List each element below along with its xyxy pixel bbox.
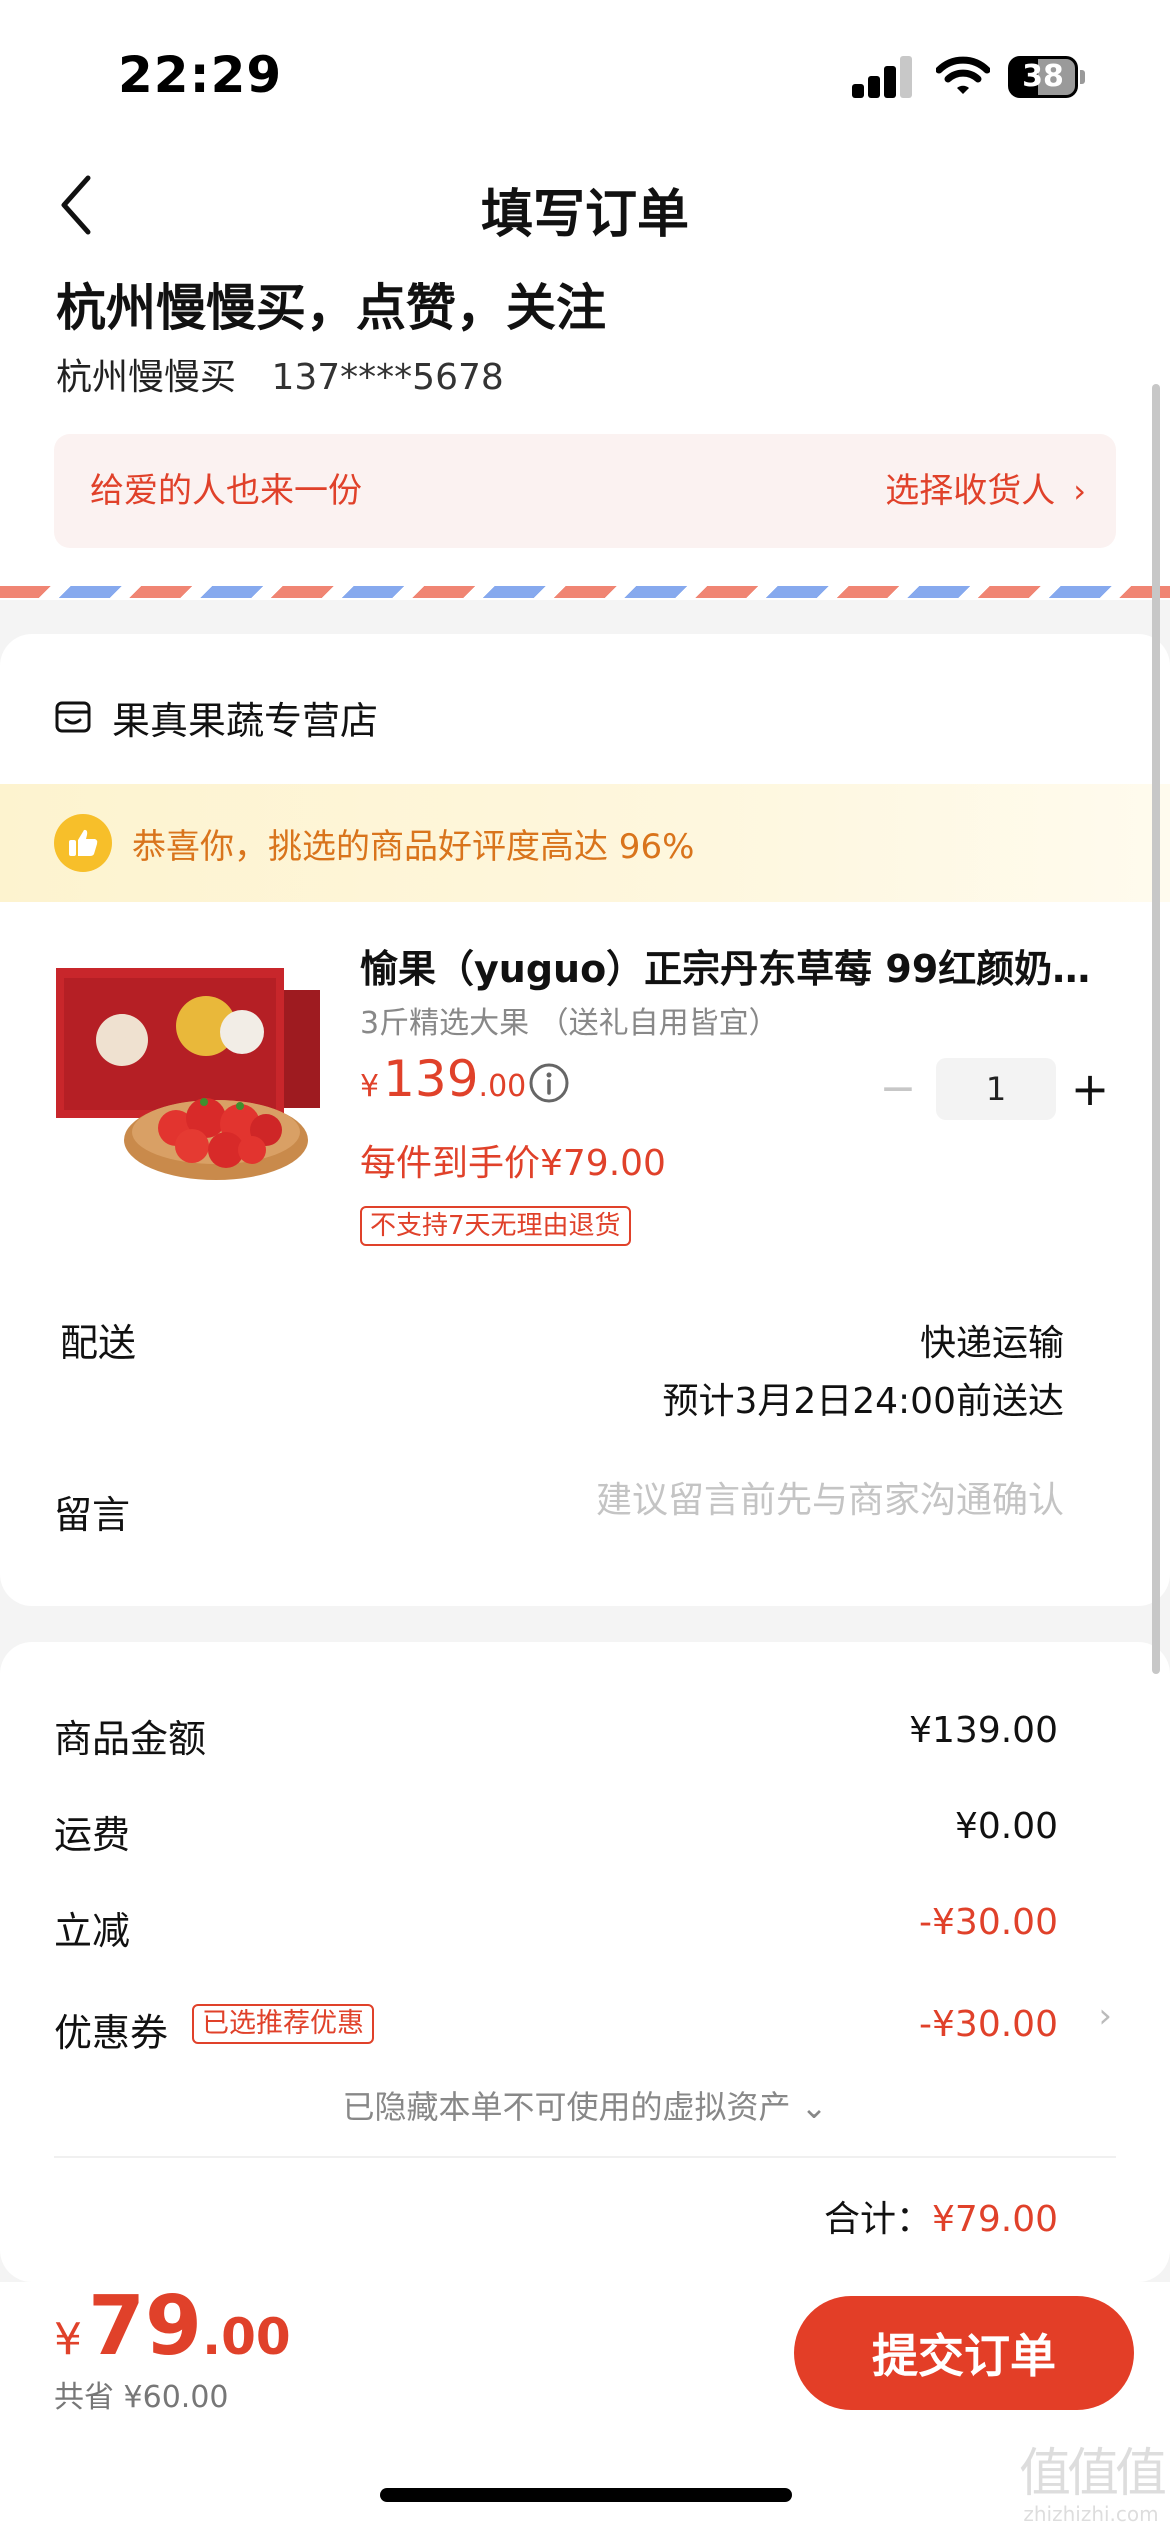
coupon-value[interactable]: -¥30.00 bbox=[919, 2004, 1058, 2045]
goods-amount-label: 商品金额 bbox=[54, 1717, 207, 1761]
address-card: 填写订单 杭州慢慢买，点赞，关注 杭州慢慢买 137****5678 给爱的人也… bbox=[0, 140, 1170, 600]
quantity-value[interactable]: 1 bbox=[936, 1058, 1056, 1120]
product-title[interactable]: 愉果（yuguo）正宗丹东草莓 99红颜奶油草莓礼盒 bbox=[360, 938, 1120, 993]
shop-name: 果真果蔬专营店 bbox=[112, 698, 379, 743]
pay-integer: 79 bbox=[88, 2279, 203, 2374]
coupon-recommended-badge: 已选推荐优惠 bbox=[192, 2004, 374, 2044]
price-currency: ¥ bbox=[360, 1069, 380, 1104]
product-image[interactable] bbox=[56, 960, 322, 1188]
recipient-contact[interactable]: 杭州慢慢买 137****5678 bbox=[56, 348, 504, 400]
shop-card: 果真果蔬专营店 恭喜你，挑选的商品好评度高达 96% 愉果（yuguo）正宗丹东… bbox=[0, 634, 1170, 1606]
total-label: 合计： bbox=[824, 2199, 933, 2240]
shop-header[interactable]: 果真果蔬专营店 bbox=[54, 692, 379, 743]
choose-recipient-label: 选择收货人 bbox=[885, 471, 1056, 511]
pay-currency: ¥ bbox=[54, 2314, 82, 2365]
status-bar: 22:29 38 bbox=[0, 0, 1170, 140]
price-summary-card: 商品金额 ¥139.00 运费 ¥0.00 立减 -¥30.00 优惠券 已选推… bbox=[0, 1642, 1170, 2282]
home-indicator[interactable] bbox=[380, 2488, 792, 2502]
total-saved: 共省 ¥60.00 bbox=[54, 2380, 229, 2415]
wifi-icon bbox=[936, 56, 990, 94]
watermark: 值值值 zhizhizhi.com bbox=[1016, 2444, 1167, 2530]
chevron-right-icon[interactable]: › bbox=[1098, 1996, 1112, 2036]
watermark-url: zhizhizhi.com bbox=[1023, 2502, 1159, 2526]
coupon-label[interactable]: 优惠券 bbox=[54, 2002, 168, 2057]
order-page: 22:29 38 填写订单 杭州慢慢买，点赞，关注 杭州慢慢买 137****5… bbox=[0, 0, 1170, 2532]
shipping-label: 配送 bbox=[60, 1321, 137, 1365]
praise-text: 恭喜你，挑选的商品好评度高达 96% bbox=[132, 826, 695, 867]
store-icon bbox=[55, 701, 91, 733]
no-return-badge: 不支持7天无理由退货 bbox=[360, 1206, 631, 1246]
goods-amount-value: ¥139.00 bbox=[909, 1710, 1058, 1751]
delivery-address[interactable]: 杭州慢慢买，点赞，关注 bbox=[56, 268, 606, 340]
final-unit-price: 每件到手价¥79.00 bbox=[360, 1143, 666, 1184]
battery-icon: 38 bbox=[1008, 56, 1086, 98]
message-label: 留言 bbox=[54, 1493, 131, 1537]
message-input[interactable] bbox=[504, 1480, 1064, 1521]
increase-quantity-button[interactable]: + bbox=[1064, 1058, 1116, 1120]
status-time: 22:29 bbox=[118, 46, 283, 104]
total-value: ¥79.00 bbox=[932, 2199, 1058, 2240]
praise-banner: 恭喜你，挑选的商品好评度高达 96% bbox=[0, 784, 1170, 902]
recipient-phone: 137****5678 bbox=[271, 357, 504, 398]
chevron-right-icon: › bbox=[1073, 472, 1086, 510]
scrollbar[interactable] bbox=[1152, 384, 1160, 1674]
thumbs-up-icon bbox=[54, 814, 112, 872]
product-price: ¥ 139 .00 bbox=[360, 1050, 526, 1120]
instant-discount-value: -¥30.00 bbox=[919, 1902, 1058, 1943]
shipping-eta: 预计3月2日24:00前送达 bbox=[662, 1381, 1064, 1422]
price-decimal: .00 bbox=[478, 1069, 527, 1104]
hidden-assets-toggle[interactable]: 已隐藏本单不可使用的虚拟资产 ⌄ bbox=[0, 2082, 1170, 2128]
submit-order-button[interactable]: 提交订单 bbox=[794, 2296, 1134, 2410]
cellular-signal-icon bbox=[852, 56, 914, 98]
price-integer: 139 bbox=[383, 1050, 479, 1108]
choose-recipient-link[interactable]: 选择收货人 › bbox=[885, 434, 1086, 548]
recipient-name: 杭州慢慢买 bbox=[56, 357, 237, 398]
shipping-fee-value: ¥0.00 bbox=[954, 1806, 1058, 1847]
info-icon[interactable] bbox=[528, 1062, 570, 1104]
watermark-logo: 值值值 bbox=[1018, 2444, 1167, 2504]
decrease-quantity-button[interactable]: − bbox=[870, 1058, 926, 1120]
gift-text: 给爱的人也来一份 bbox=[90, 471, 362, 511]
quantity-stepper: − 1 + bbox=[870, 1058, 1116, 1120]
airmail-border bbox=[0, 586, 1170, 598]
instant-discount-label: 立减 bbox=[54, 1909, 131, 1953]
order-total: 合计：¥79.00 bbox=[824, 2190, 1058, 2242]
page-title: 填写订单 bbox=[480, 185, 689, 245]
product-spec: 3斤精选大果 （送礼自用皆宜） bbox=[360, 1006, 779, 1041]
divider bbox=[54, 2156, 1116, 2158]
shipping-method[interactable]: 快递运输 bbox=[920, 1314, 1064, 1366]
gift-banner[interactable]: 给爱的人也来一份 选择收货人 › bbox=[54, 434, 1116, 548]
shipping-fee-label: 运费 bbox=[54, 1813, 131, 1857]
pay-decimal: .00 bbox=[202, 2308, 291, 2366]
battery-level: 38 bbox=[1022, 59, 1064, 94]
